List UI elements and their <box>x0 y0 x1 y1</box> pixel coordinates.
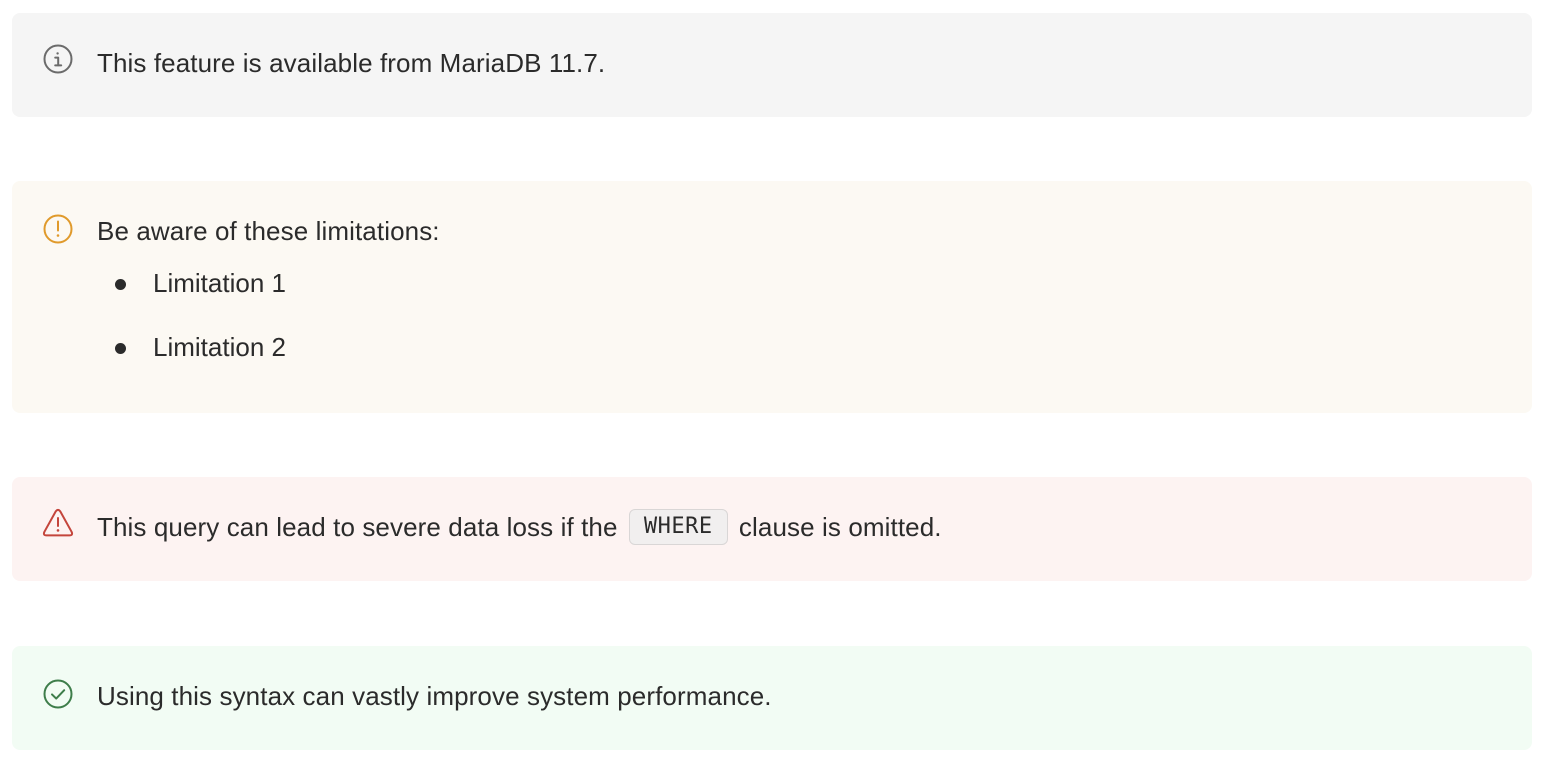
danger-hint: This query can lead to severe data loss … <box>12 477 1532 581</box>
info-hint: This feature is available from MariaDB 1… <box>12 13 1532 117</box>
page: This feature is available from MariaDB 1… <box>0 0 1552 774</box>
warning-hint-text: Be aware of these limitations: <box>97 216 440 246</box>
info-hint-text: This feature is available from MariaDB 1… <box>97 48 606 78</box>
success-hint: Using this syntax can vastly improve sys… <box>12 646 1532 750</box>
list-item: Limitation 2 <box>112 331 286 363</box>
success-hint-text: Using this syntax can vastly improve sys… <box>97 681 772 711</box>
danger-hint-text: This query can lead to severe data loss … <box>97 509 942 547</box>
danger-text-before: This query can lead to severe data loss … <box>97 512 625 542</box>
list-item-label: Limitation 2 <box>153 332 286 362</box>
exclamation-circle-icon <box>42 213 74 245</box>
warning-hint: Be aware of these limitations: Limitatio… <box>12 181 1532 413</box>
bullet-icon <box>115 343 126 354</box>
bullet-icon <box>115 279 126 290</box>
danger-text-after: clause is omitted. <box>731 512 942 542</box>
check-circle-icon <box>42 678 74 710</box>
inline-code: WHERE <box>628 509 728 546</box>
list-item: Limitation 1 <box>112 267 286 299</box>
list-item-label: Limitation 1 <box>153 268 286 298</box>
limitations-list: Limitation 1 Limitation 2 <box>112 267 286 395</box>
warning-triangle-icon <box>42 507 74 539</box>
info-circle-icon <box>42 43 74 75</box>
